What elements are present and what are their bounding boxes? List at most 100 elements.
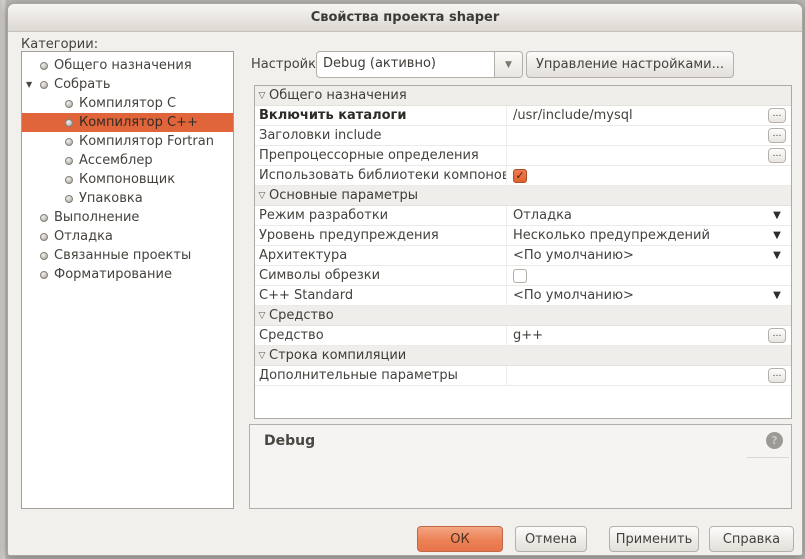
section-label: Основные параметры (269, 188, 418, 203)
property-section-row[interactable]: ▽Строка компиляции (255, 346, 791, 366)
tree-node-icon (65, 100, 73, 108)
dropdown-arrow-icon[interactable]: ▼ (773, 250, 781, 261)
configuration-combobox[interactable]: Debug (активно) ▼ (316, 51, 523, 78)
checkbox-checked[interactable]: ✓ (513, 169, 527, 183)
property-value[interactable]: Несколько предупреждений (507, 226, 763, 245)
ellipsis-button[interactable]: … (768, 328, 786, 343)
info-panel-title: Debug (264, 433, 315, 449)
help-button[interactable]: Справка (709, 526, 794, 552)
property-editor-cell: … (763, 106, 791, 125)
property-value[interactable]: Отладка (507, 206, 763, 225)
ok-button[interactable]: ОК (417, 526, 503, 552)
tree-item-отладка[interactable]: Отладка (22, 227, 233, 246)
titlebar[interactable]: Свойства проекта shaper (8, 4, 802, 32)
property-name: Препроцессорные определения (255, 146, 507, 165)
property-name: Средство (255, 326, 507, 345)
property-name: C++ Standard (255, 286, 507, 305)
property-editor-cell: ▼ (763, 226, 791, 245)
property-section-row[interactable]: ▽Средство (255, 306, 791, 326)
property-name: Дополнительные параметры (255, 366, 507, 385)
info-panel: Debug ? (249, 424, 792, 509)
property-value[interactable] (507, 266, 763, 285)
apply-button[interactable]: Применить (609, 526, 699, 552)
property-name: Символы обрезки (255, 266, 507, 285)
property-name: Архитектура (255, 246, 507, 265)
tree-item-компилятор-c[interactable]: Компилятор C (22, 94, 233, 113)
tree-item-компоновщик[interactable]: Компоновщик (22, 170, 233, 189)
property-editor-cell: … (763, 326, 791, 345)
tree-item-компилятор-c++[interactable]: Компилятор C++ (22, 113, 233, 132)
property-row: Включить каталоги/usr/include/mysql … (255, 106, 791, 126)
tree-item-упаковка[interactable]: Упаковка (22, 189, 233, 208)
tree-item-выполнение[interactable]: Выполнение (22, 208, 233, 227)
dropdown-arrow-icon[interactable]: ▼ (773, 290, 781, 301)
tree-node-icon (65, 157, 73, 165)
property-editor-cell: ▼ (763, 246, 791, 265)
section-label: Строка компиляции (269, 348, 406, 363)
property-value[interactable]: g++ (507, 326, 763, 345)
property-editor-cell: … (763, 366, 791, 385)
ellipsis-button[interactable]: … (768, 128, 786, 143)
property-editor-cell: ▼ (763, 286, 791, 305)
property-row: Архитектура<По умолчанию> ▼ (255, 246, 791, 266)
property-value[interactable] (507, 146, 763, 165)
section-collapse-icon[interactable]: ▽ (255, 311, 269, 321)
property-value[interactable]: ✓ (507, 166, 763, 185)
tree-item-label: Общего назначения (54, 58, 192, 73)
ellipsis-button[interactable]: … (768, 368, 786, 383)
tree-item-label: Компилятор C (79, 96, 176, 111)
section-label: Общего назначения (269, 88, 407, 103)
tree-item-label: Отладка (54, 229, 113, 244)
tree-item-собрать[interactable]: ▼ Собрать (22, 75, 233, 94)
tree-item-ассемблер[interactable]: Ассемблер (22, 151, 233, 170)
combo-arrow-button[interactable]: ▼ (494, 52, 522, 77)
property-row: Заголовки include … (255, 126, 791, 146)
property-editor-cell: … (763, 146, 791, 165)
tree-item-label: Собрать (54, 77, 111, 92)
categories-label: Категории: (21, 37, 98, 52)
tree-item-label: Упаковка (79, 191, 143, 206)
property-editor-cell: … (763, 126, 791, 145)
dropdown-arrow-icon[interactable]: ▼ (773, 210, 781, 221)
property-value[interactable]: <По умолчанию> (507, 286, 763, 305)
tree-node-icon (40, 62, 48, 70)
cancel-button[interactable]: Отмена (515, 526, 587, 552)
tree-node-icon (40, 233, 48, 241)
property-name: Заголовки include (255, 126, 507, 145)
tree-item-связанные-проекты[interactable]: Связанные проекты (22, 246, 233, 265)
property-name: Уровень предупреждения (255, 226, 507, 245)
property-value[interactable]: /usr/include/mysql (507, 106, 763, 125)
tree-item-общего-назначения[interactable]: Общего назначения (22, 56, 233, 75)
dropdown-arrow-icon[interactable]: ▼ (773, 230, 781, 241)
property-name: Включить каталоги (255, 106, 507, 125)
tree-item-label: Форматирование (54, 267, 172, 282)
checkbox-unchecked[interactable] (513, 269, 527, 283)
property-section-row[interactable]: ▽Общего назначения (255, 86, 791, 106)
help-icon[interactable]: ? (766, 432, 783, 449)
section-collapse-icon[interactable]: ▽ (255, 351, 269, 361)
ellipsis-button[interactable]: … (768, 108, 786, 123)
info-panel-divider (747, 457, 789, 458)
tree-item-label: Выполнение (54, 210, 139, 225)
section-label: Средство (269, 308, 334, 323)
ellipsis-button[interactable]: … (768, 148, 786, 163)
tree-node-icon (40, 271, 48, 279)
tree-expander-icon[interactable]: ▼ (26, 80, 40, 89)
tree-node-icon (65, 195, 73, 203)
tree-node-icon (65, 176, 73, 184)
window-title: Свойства проекта shaper (311, 10, 500, 25)
property-section-row[interactable]: ▽Основные параметры (255, 186, 791, 206)
tree-item-label: Ассемблер (79, 153, 153, 168)
property-value[interactable]: <По умолчанию> (507, 246, 763, 265)
section-collapse-icon[interactable]: ▽ (255, 191, 269, 201)
section-collapse-icon[interactable]: ▽ (255, 91, 269, 101)
property-value[interactable] (507, 126, 763, 145)
tree-item-компилятор-fortran[interactable]: Компилятор Fortran (22, 132, 233, 151)
tree-node-icon (40, 81, 48, 89)
tree-item-форматирование[interactable]: Форматирование (22, 265, 233, 284)
property-sheet: ▽Общего назначенияВключить каталоги/usr/… (254, 85, 792, 419)
tree-item-label: Компилятор Fortran (79, 134, 214, 149)
property-value[interactable] (507, 366, 763, 385)
manage-configurations-button[interactable]: Управление настройками... (526, 51, 734, 78)
property-editor-cell: ▼ (763, 206, 791, 225)
